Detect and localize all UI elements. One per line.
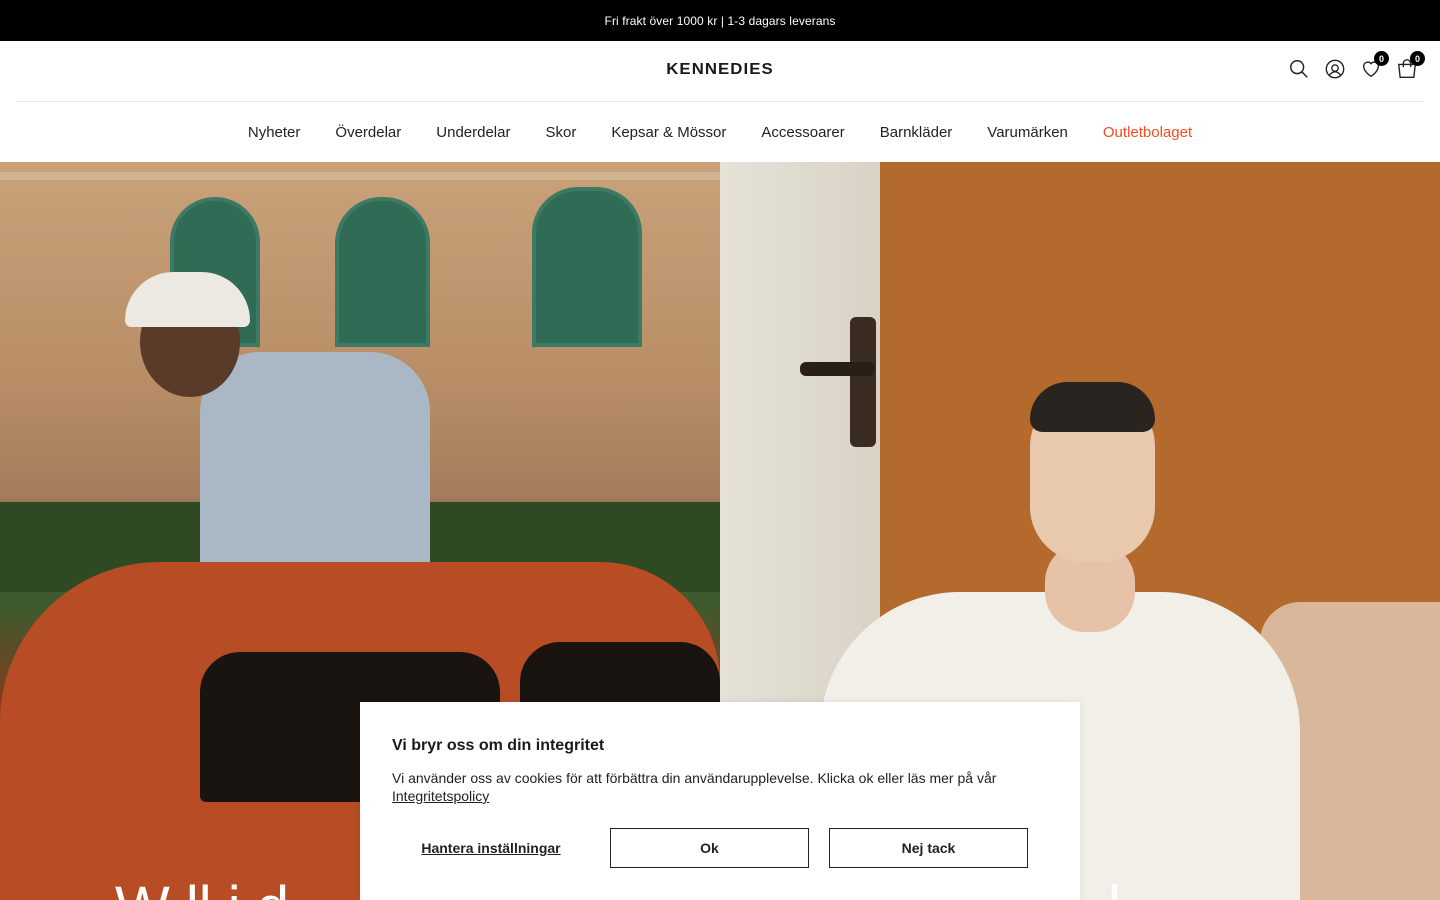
nav-item-varumarken[interactable]: Varumärken bbox=[970, 124, 1086, 141]
cookie-body: Vi använder oss av cookies för att förbä… bbox=[392, 770, 997, 786]
decline-button[interactable]: Nej tack bbox=[829, 828, 1028, 868]
cart-count-badge: 0 bbox=[1410, 51, 1425, 66]
door-plate bbox=[850, 317, 876, 447]
site-logo[interactable]: KENNEDIES bbox=[651, 61, 790, 79]
hero-headline-right: l bbox=[1108, 874, 1121, 900]
announcement-text: Fri frakt över 1000 kr | 1-3 dagars leve… bbox=[604, 13, 836, 28]
wishlist-icon[interactable]: 0 bbox=[1359, 51, 1389, 81]
building-window bbox=[335, 197, 430, 347]
cookie-text: Vi använder oss av cookies för att förbä… bbox=[392, 769, 1032, 805]
door-handle bbox=[800, 362, 875, 376]
nav-item-barnklader[interactable]: Barnkläder bbox=[862, 124, 970, 141]
cookie-title: Vi bryr oss om din integritet bbox=[392, 737, 605, 754]
nav-item-kepsar-mossor[interactable]: Kepsar & Mössor bbox=[594, 124, 744, 141]
announcement-bar: Fri frakt över 1000 kr | 1-3 dagars leve… bbox=[0, 0, 1440, 41]
search-icon[interactable] bbox=[1287, 57, 1311, 81]
nav-item-accessoarer[interactable]: Accessoarer bbox=[744, 124, 862, 141]
cookie-actions: Hantera inställningar Ok Nej tack bbox=[392, 828, 1048, 868]
cart-icon[interactable]: 0 bbox=[1395, 51, 1425, 81]
nav-item-overdelar[interactable]: Överdelar bbox=[318, 124, 419, 141]
privacy-policy-link[interactable]: Integritetspolicy bbox=[392, 788, 489, 804]
nav-item-skor[interactable]: Skor bbox=[528, 124, 594, 141]
account-icon[interactable] bbox=[1323, 57, 1347, 81]
wishlist-count-badge: 0 bbox=[1374, 51, 1389, 66]
nav-item-nyheter[interactable]: Nyheter bbox=[230, 124, 318, 141]
site-header: KENNEDIES 0 0 bbox=[0, 41, 1440, 101]
building-window bbox=[532, 187, 642, 347]
manage-settings-button[interactable]: Hantera inställningar bbox=[392, 828, 590, 868]
building-band bbox=[0, 172, 720, 180]
accept-button[interactable]: Ok bbox=[610, 828, 809, 868]
cookie-consent-dialog: Vi bryr oss om din integritet Vi använde… bbox=[360, 702, 1080, 900]
main-nav: Nyheter Överdelar Underdelar Skor Kepsar… bbox=[0, 102, 1440, 162]
nav-item-underdelar[interactable]: Underdelar bbox=[419, 124, 528, 141]
person-hair bbox=[1030, 382, 1155, 432]
hero-headline: W ll i d bbox=[115, 874, 289, 900]
nav-item-outletbolaget[interactable]: Outletbolaget bbox=[1085, 124, 1209, 141]
